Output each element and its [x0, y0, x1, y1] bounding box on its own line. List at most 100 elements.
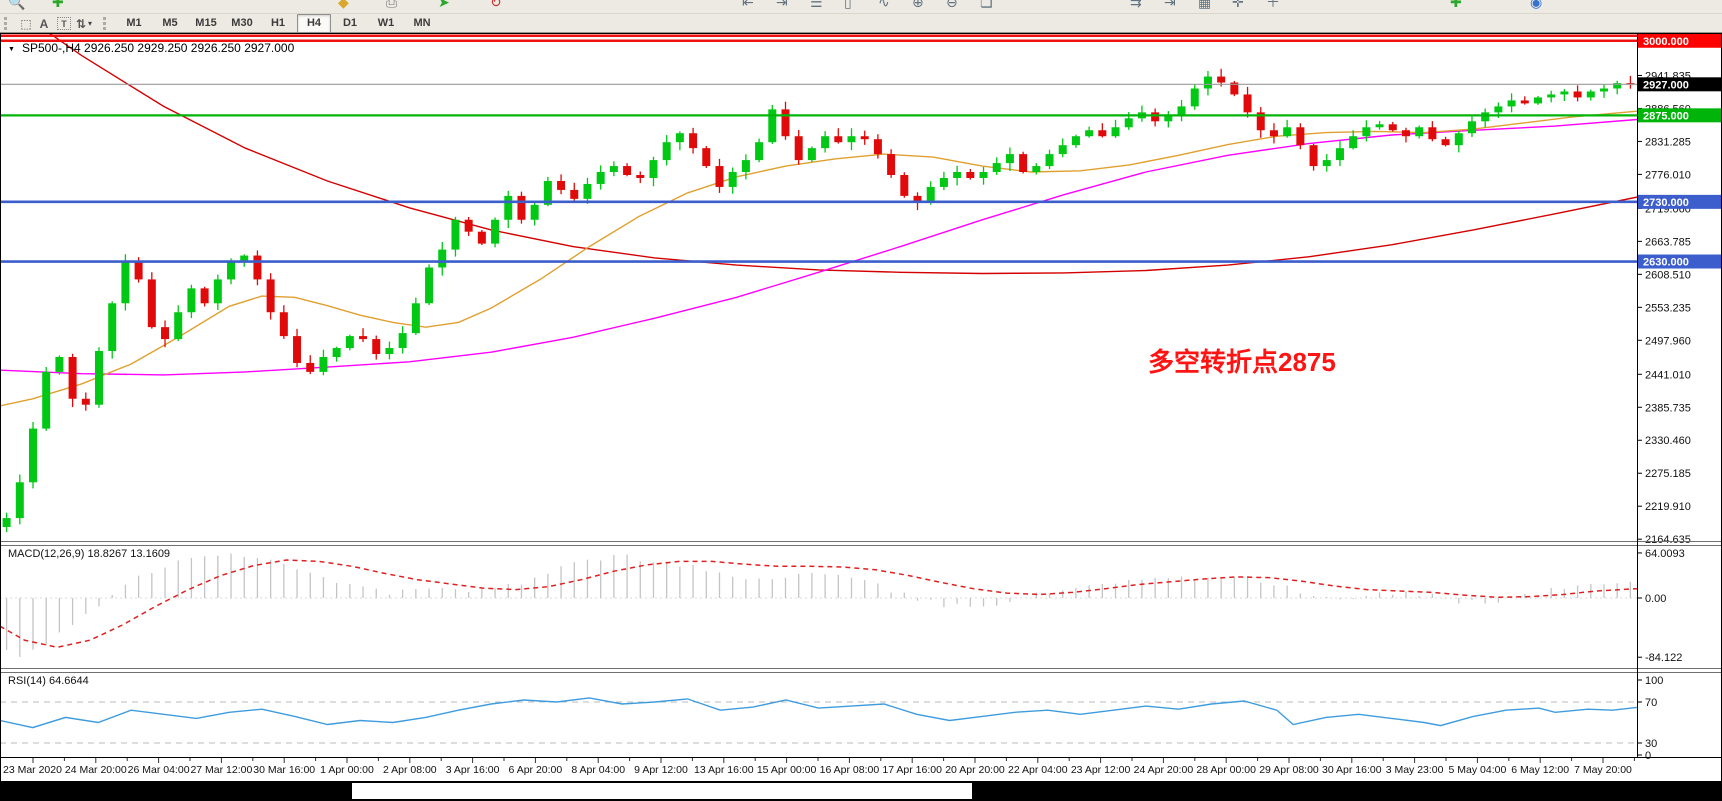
time-axis-label[interactable]: 8 Apr 04:00 — [571, 764, 625, 776]
timeframe-button-m1[interactable]: M1 — [117, 14, 151, 33]
candle-bull — [1534, 97, 1542, 103]
time-axis-label[interactable]: 6 Apr 20:00 — [509, 764, 563, 776]
candle-bear — [293, 336, 301, 363]
timeframe-button-w1[interactable]: W1 — [369, 14, 403, 33]
candle-bull — [1072, 136, 1080, 145]
candle-bull — [16, 482, 24, 518]
scroll-end-icon[interactable]: ⇥ — [776, 0, 788, 12]
time-axis-label[interactable]: 16 Apr 08:00 — [820, 764, 880, 776]
zoom-in-icon[interactable]: ⊕ — [912, 0, 924, 12]
rsi-axis-label: 70 — [1645, 697, 1657, 709]
time-axis-label[interactable]: 22 Apr 04:00 — [1008, 764, 1068, 776]
time-axis-label[interactable]: 20 Apr 20:00 — [945, 764, 1005, 776]
zoom-icon[interactable]: 🔍 — [8, 0, 25, 12]
candle-bull — [425, 267, 433, 303]
timeframe-button-h4[interactable]: H4 — [297, 14, 331, 33]
candle-bull — [1125, 118, 1133, 127]
text-label-tool[interactable]: A — [35, 16, 53, 32]
candle-bear — [1442, 139, 1450, 145]
time-axis-label[interactable]: 6 May 12:00 — [1511, 764, 1569, 776]
text-box-tool[interactable]: T — [57, 17, 71, 30]
bar-chart-icon[interactable]: ☰ — [810, 0, 823, 12]
scroll-start-icon[interactable]: ⇤ — [742, 0, 754, 12]
rsi-axis-label: 30 — [1645, 738, 1657, 750]
arrow-objects-tool-dropdown-icon[interactable]: ▾ — [88, 19, 92, 28]
time-axis-label[interactable]: 30 Mar 16:00 — [253, 764, 315, 776]
candle-bear — [1310, 145, 1318, 166]
candle-bull — [1191, 88, 1199, 106]
time-axis-label[interactable]: 5 May 04:00 — [1449, 764, 1507, 776]
macd-indicator-label: MACD(12,26,9) 18.8267 13.1609 — [8, 548, 170, 560]
print-icon[interactable]: ⎙ — [386, 0, 397, 12]
macd-axis-label: 64.0093 — [1645, 548, 1685, 560]
candle-bull — [1415, 127, 1423, 136]
candle-bull — [993, 163, 1001, 172]
candle-bull — [1112, 127, 1120, 136]
candle-bear — [715, 166, 723, 187]
candle-bear — [1019, 154, 1027, 172]
candle-bull — [597, 172, 605, 184]
candle-bull — [821, 136, 829, 148]
grid-icon[interactable]: ▦ — [1198, 0, 1211, 12]
chart-dropdown-icon[interactable]: ▼ — [8, 46, 15, 53]
time-axis-label[interactable]: 26 Mar 04:00 — [128, 764, 190, 776]
timeframe-button-d1[interactable]: D1 — [333, 14, 367, 33]
time-axis-label[interactable]: 1 Apr 00:00 — [320, 764, 374, 776]
candle-bear — [1521, 100, 1529, 103]
y-axis-label: 2831.285 — [1645, 136, 1691, 148]
time-axis-label[interactable]: 3 May 23:00 — [1386, 764, 1444, 776]
candle-bear — [1151, 112, 1159, 121]
mt4-window: 🔍 ✚ ◆ ⎙ ➤ ↻ ⇤ ⇥ ☰ ▯ ∿ ⊕ ⊖ ❏ ⇉ ⇥ ▦ ✛ ＋ ✚ ◉ ⬚AT ⇅▾ M1M5M15M30H1… — [0, 0, 1722, 801]
candle-bear — [781, 109, 789, 136]
chart-shift-icon[interactable]: ⇥ — [1164, 0, 1176, 12]
timeframe-button-m30[interactable]: M30 — [225, 14, 259, 33]
candle-bear — [900, 175, 908, 196]
candle-bull — [399, 333, 407, 348]
zoom-out-icon[interactable]: ⊖ — [946, 0, 958, 12]
candle-bear — [1402, 130, 1410, 136]
forward-icon[interactable]: ➤ — [438, 0, 450, 12]
time-axis-label[interactable]: 17 Apr 16:00 — [882, 764, 942, 776]
auto-scroll-icon[interactable]: ⇉ — [1130, 0, 1142, 12]
time-axis-label[interactable]: 7 May 20:00 — [1574, 764, 1632, 776]
chart-area[interactable]: 2941.8352886.5602831.2852776.0102719.060… — [0, 33, 1722, 801]
candle-bull — [333, 348, 341, 357]
candle-bear — [636, 175, 644, 178]
refresh-icon[interactable]: ↻ — [490, 0, 502, 12]
time-axis-label[interactable]: 27 Mar 12:00 — [190, 764, 252, 776]
time-axis-label[interactable]: 2 Apr 08:00 — [383, 764, 437, 776]
cursor-tool-icon[interactable]: ✛ — [1232, 0, 1244, 12]
candle-bear — [570, 190, 578, 199]
timeframe-button-mn[interactable]: MN — [405, 14, 439, 33]
annotation-text[interactable]: 多空转折点2875 — [1148, 347, 1336, 377]
tile-windows-icon[interactable]: ❏ — [980, 0, 993, 12]
time-axis-label[interactable]: 24 Apr 20:00 — [1134, 764, 1194, 776]
y-axis-label: 2164.635 — [1645, 534, 1691, 546]
candle-bear — [372, 339, 380, 354]
time-axis-label[interactable]: 23 Apr 12:00 — [1071, 764, 1131, 776]
time-axis-label[interactable]: 29 Apr 08:00 — [1259, 764, 1319, 776]
time-axis-label[interactable]: 9 Apr 12:00 — [634, 764, 688, 776]
favorites-icon[interactable]: ◆ — [338, 0, 349, 12]
toolbar-drag-handle[interactable] — [4, 17, 11, 30]
timeframe-drag-handle[interactable] — [103, 17, 110, 30]
time-axis-label[interactable]: 23 Mar 2020 — [3, 764, 62, 776]
help-icon[interactable]: ◉ — [1530, 0, 1542, 12]
new-chart-icon[interactable]: ✚ — [52, 0, 64, 12]
time-axis-label[interactable]: 30 Apr 16:00 — [1322, 764, 1382, 776]
line-chart-icon[interactable]: ∿ — [878, 0, 890, 12]
arrow-objects-tool[interactable]: ⇅▾ — [75, 16, 93, 32]
timeframe-button-m5[interactable]: M5 — [153, 14, 187, 33]
cursor-tool[interactable]: ⬚ — [17, 16, 35, 32]
timeframe-button-m15[interactable]: M15 — [189, 14, 223, 33]
indicators-add-icon[interactable]: ✚ — [1450, 0, 1462, 12]
time-axis-label[interactable]: 3 Apr 16:00 — [446, 764, 500, 776]
timeframe-button-h1[interactable]: H1 — [261, 14, 295, 33]
time-axis-label[interactable]: 15 Apr 00:00 — [757, 764, 817, 776]
y-axis-label: 2553.235 — [1645, 302, 1691, 314]
time-axis-label[interactable]: 13 Apr 16:00 — [694, 764, 754, 776]
crosshair-icon[interactable]: ＋ — [1266, 0, 1280, 12]
candle-chart-icon[interactable]: ▯ — [844, 0, 852, 12]
time-axis-label[interactable]: 24 Mar 20:00 — [65, 764, 127, 776]
time-axis-label[interactable]: 28 Apr 00:00 — [1196, 764, 1256, 776]
